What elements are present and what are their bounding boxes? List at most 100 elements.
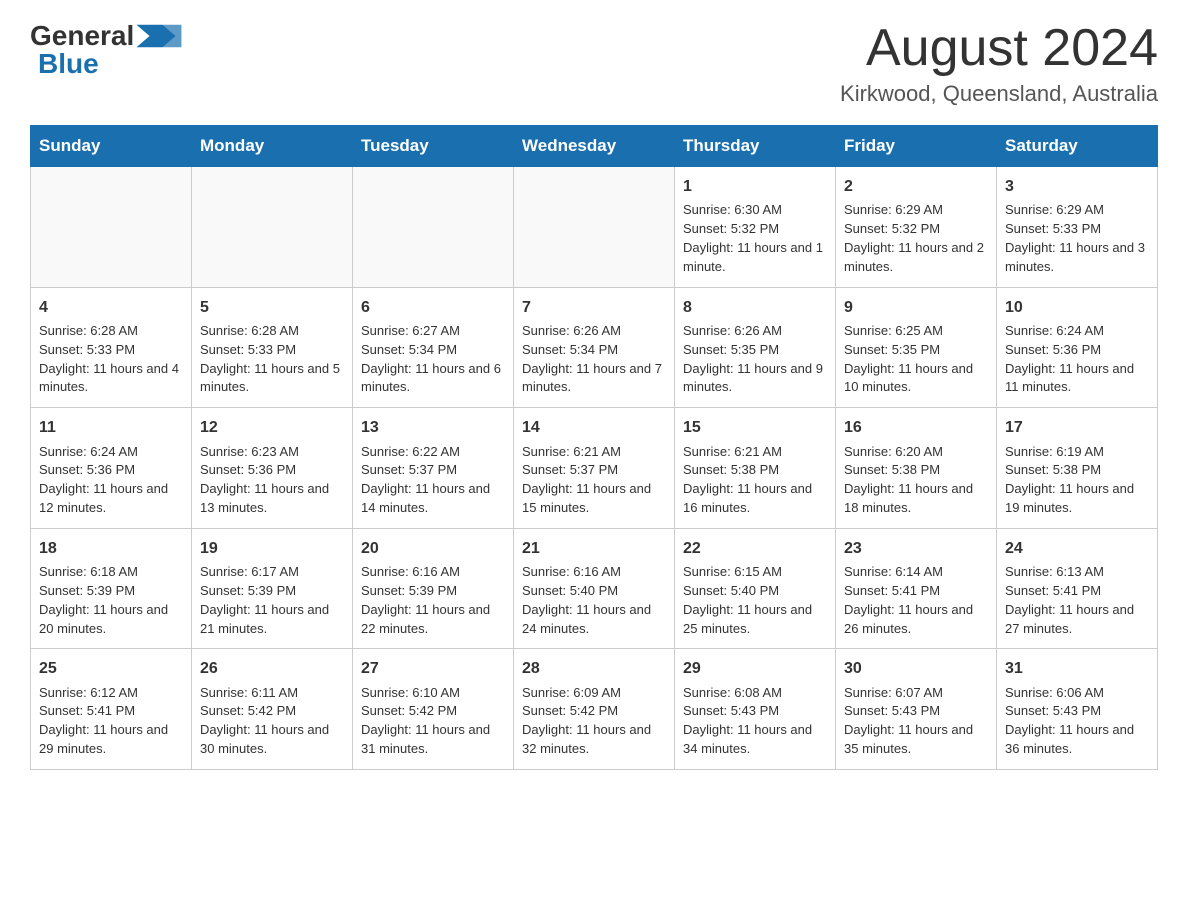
calendar-cell (192, 167, 353, 288)
day-number: 17 (1005, 416, 1149, 439)
calendar-cell: 8Sunrise: 6:26 AMSunset: 5:35 PMDaylight… (675, 287, 836, 408)
day-info: Sunrise: 6:14 AMSunset: 5:41 PMDaylight:… (844, 563, 988, 638)
calendar-header-row: SundayMondayTuesdayWednesdayThursdayFrid… (31, 126, 1158, 167)
day-info: Sunrise: 6:11 AMSunset: 5:42 PMDaylight:… (200, 684, 344, 759)
calendar-week-row: 25 Sunrise: 6:12 AMSunset: 5:41 PMDayligh… (31, 649, 1158, 770)
day-number: 19 (200, 537, 344, 560)
calendar-cell: 26 Sunrise: 6:11 AMSunset: 5:42 PMDayligh… (192, 649, 353, 770)
calendar-cell: 10 Sunrise: 6:24 AMSunset: 5:36 PMDayligh… (997, 287, 1158, 408)
calendar-cell: 19Sunrise: 6:17 AMSunset: 5:39 PMDayligh… (192, 528, 353, 649)
page-header: General Blue August 2024 Kirkwood, Queen… (30, 20, 1158, 107)
day-info: Sunrise: 6:12 AMSunset: 5:41 PMDaylight:… (39, 684, 183, 759)
day-of-week-header: Monday (192, 126, 353, 167)
calendar-cell: 3 Sunrise: 6:29 AMSunset: 5:33 PMDaylight… (997, 167, 1158, 288)
day-number: 10 (1005, 296, 1149, 319)
day-number: 20 (361, 537, 505, 560)
calendar-cell: 28 Sunrise: 6:09 AMSunset: 5:42 PMDayligh… (514, 649, 675, 770)
day-number: 31 (1005, 657, 1149, 680)
day-number: 9 (844, 296, 988, 319)
day-info: Sunrise: 6:07 AMSunset: 5:43 PMDaylight:… (844, 684, 988, 759)
day-of-week-header: Thursday (675, 126, 836, 167)
day-number: 3 (1005, 175, 1149, 198)
calendar-cell: 5 Sunrise: 6:28 AMSunset: 5:33 PMDaylight… (192, 287, 353, 408)
calendar-cell: 2 Sunrise: 6:29 AMSunset: 5:32 PMDaylight… (836, 167, 997, 288)
day-of-week-header: Tuesday (353, 126, 514, 167)
day-info: Sunrise: 6:25 AMSunset: 5:35 PMDaylight:… (844, 322, 988, 397)
day-number: 28 (522, 657, 666, 680)
day-info: Sunrise: 6:16 AMSunset: 5:39 PMDaylight:… (361, 563, 505, 638)
day-number: 29 (683, 657, 827, 680)
calendar-cell: 4 Sunrise: 6:28 AMSunset: 5:33 PMDaylight… (31, 287, 192, 408)
day-info: Sunrise: 6:15 AMSunset: 5:40 PMDaylight:… (683, 563, 827, 638)
calendar-cell: 20 Sunrise: 6:16 AMSunset: 5:39 PMDayligh… (353, 528, 514, 649)
calendar-cell (31, 167, 192, 288)
calendar-cell: 1Sunrise: 6:30 AMSunset: 5:32 PMDaylight… (675, 167, 836, 288)
day-of-week-header: Sunday (31, 126, 192, 167)
day-number: 23 (844, 537, 988, 560)
calendar-cell: 9 Sunrise: 6:25 AMSunset: 5:35 PMDaylight… (836, 287, 997, 408)
day-number: 18 (39, 537, 183, 560)
calendar-cell: 22 Sunrise: 6:15 AMSunset: 5:40 PMDayligh… (675, 528, 836, 649)
day-info: Sunrise: 6:24 AMSunset: 5:36 PMDaylight:… (1005, 322, 1149, 397)
day-number: 21 (522, 537, 666, 560)
day-info: Sunrise: 6:26 AMSunset: 5:35 PMDaylight:… (683, 322, 827, 397)
day-number: 13 (361, 416, 505, 439)
day-info: Sunrise: 6:19 AMSunset: 5:38 PMDaylight:… (1005, 443, 1149, 518)
calendar-cell: 7 Sunrise: 6:26 AMSunset: 5:34 PMDaylight… (514, 287, 675, 408)
calendar-cell: 13 Sunrise: 6:22 AMSunset: 5:37 PMDayligh… (353, 408, 514, 529)
day-number: 14 (522, 416, 666, 439)
day-info: Sunrise: 6:28 AMSunset: 5:33 PMDaylight:… (39, 322, 183, 397)
calendar-cell: 29 Sunrise: 6:08 AMSunset: 5:43 PMDayligh… (675, 649, 836, 770)
day-info: Sunrise: 6:28 AMSunset: 5:33 PMDaylight:… (200, 322, 344, 397)
calendar-cell: 31Sunrise: 6:06 AMSunset: 5:43 PMDayligh… (997, 649, 1158, 770)
day-number: 11 (39, 416, 183, 439)
day-info: Sunrise: 6:26 AMSunset: 5:34 PMDaylight:… (522, 322, 666, 397)
logo: General Blue (30, 20, 182, 80)
day-number: 27 (361, 657, 505, 680)
day-number: 16 (844, 416, 988, 439)
day-info: Sunrise: 6:21 AMSunset: 5:37 PMDaylight:… (522, 443, 666, 518)
calendar-cell: 16 Sunrise: 6:20 AMSunset: 5:38 PMDayligh… (836, 408, 997, 529)
day-info: Sunrise: 6:27 AMSunset: 5:34 PMDaylight:… (361, 322, 505, 397)
calendar-cell (514, 167, 675, 288)
day-info: Sunrise: 6:09 AMSunset: 5:42 PMDaylight:… (522, 684, 666, 759)
calendar-week-row: 18 Sunrise: 6:18 AMSunset: 5:39 PMDayligh… (31, 528, 1158, 649)
calendar-cell: 27 Sunrise: 6:10 AMSunset: 5:42 PMDayligh… (353, 649, 514, 770)
logo-arrow-icon (134, 21, 182, 51)
day-number: 5 (200, 296, 344, 319)
day-info: Sunrise: 6:21 AMSunset: 5:38 PMDaylight:… (683, 443, 827, 518)
calendar-week-row: 1Sunrise: 6:30 AMSunset: 5:32 PMDaylight… (31, 167, 1158, 288)
day-number: 24 (1005, 537, 1149, 560)
day-info: Sunrise: 6:18 AMSunset: 5:39 PMDaylight:… (39, 563, 183, 638)
day-info: Sunrise: 6:10 AMSunset: 5:42 PMDaylight:… (361, 684, 505, 759)
day-number: 25 (39, 657, 183, 680)
day-number: 4 (39, 296, 183, 319)
day-info: Sunrise: 6:29 AMSunset: 5:32 PMDaylight:… (844, 201, 988, 276)
day-info: Sunrise: 6:20 AMSunset: 5:38 PMDaylight:… (844, 443, 988, 518)
calendar-cell: 23 Sunrise: 6:14 AMSunset: 5:41 PMDayligh… (836, 528, 997, 649)
day-number: 26 (200, 657, 344, 680)
calendar-cell: 14 Sunrise: 6:21 AMSunset: 5:37 PMDayligh… (514, 408, 675, 529)
calendar-cell: 21Sunrise: 6:16 AMSunset: 5:40 PMDayligh… (514, 528, 675, 649)
day-of-week-header: Friday (836, 126, 997, 167)
calendar-cell: 6 Sunrise: 6:27 AMSunset: 5:34 PMDaylight… (353, 287, 514, 408)
month-title: August 2024 (840, 20, 1158, 77)
day-info: Sunrise: 6:29 AMSunset: 5:33 PMDaylight:… (1005, 201, 1149, 276)
day-info: Sunrise: 6:13 AMSunset: 5:41 PMDaylight:… (1005, 563, 1149, 638)
day-number: 7 (522, 296, 666, 319)
day-number: 12 (200, 416, 344, 439)
calendar-cell: 25 Sunrise: 6:12 AMSunset: 5:41 PMDayligh… (31, 649, 192, 770)
day-info: Sunrise: 6:08 AMSunset: 5:43 PMDaylight:… (683, 684, 827, 759)
day-number: 2 (844, 175, 988, 198)
title-area: August 2024 Kirkwood, Queensland, Austra… (840, 20, 1158, 107)
day-number: 1 (683, 175, 827, 198)
calendar-week-row: 11Sunrise: 6:24 AMSunset: 5:36 PMDayligh… (31, 408, 1158, 529)
day-number: 22 (683, 537, 827, 560)
calendar-cell (353, 167, 514, 288)
calendar-cell: 17 Sunrise: 6:19 AMSunset: 5:38 PMDayligh… (997, 408, 1158, 529)
day-number: 6 (361, 296, 505, 319)
day-of-week-header: Wednesday (514, 126, 675, 167)
day-number: 30 (844, 657, 988, 680)
calendar-week-row: 4 Sunrise: 6:28 AMSunset: 5:33 PMDaylight… (31, 287, 1158, 408)
day-info: Sunrise: 6:22 AMSunset: 5:37 PMDaylight:… (361, 443, 505, 518)
